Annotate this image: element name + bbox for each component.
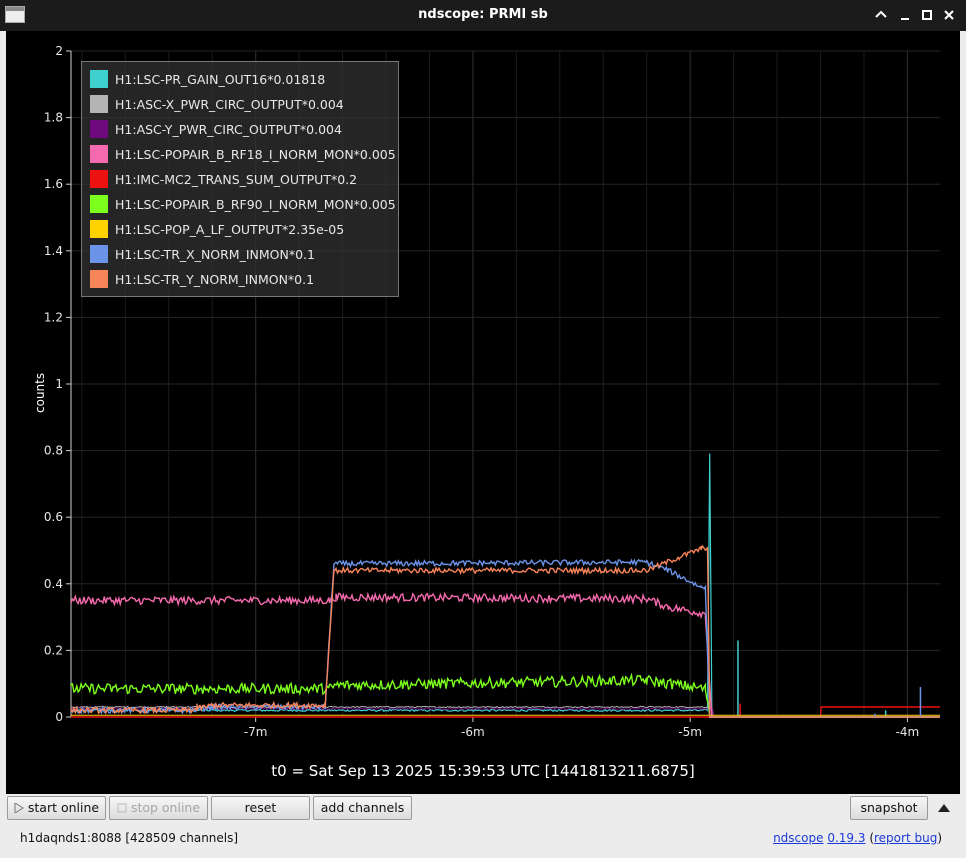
- legend-label: H1:LSC-POPAIR_B_RF90_I_NORM_MON*0.005: [115, 197, 396, 212]
- legend-swatch: [90, 245, 108, 263]
- legend-label: H1:LSC-POP_A_LF_OUTPUT*2.35e-05: [115, 222, 345, 237]
- paren-close: ): [937, 831, 942, 845]
- x-tick-label: -7m: [244, 725, 268, 739]
- legend-label: H1:LSC-TR_X_NORM_INMON*0.1: [115, 247, 315, 262]
- legend-swatch: [90, 195, 108, 213]
- series-8: [70, 544, 940, 718]
- y-tick-label: 2: [55, 44, 63, 58]
- series-line: [70, 591, 940, 718]
- stop-online-label: stop online: [130, 800, 201, 815]
- y-axis-label: counts: [33, 372, 47, 413]
- start-online-button[interactable]: start online: [7, 796, 106, 820]
- report-bug-link[interactable]: report bug: [874, 831, 937, 845]
- stop-online-button[interactable]: stop online: [109, 796, 208, 820]
- stop-icon: [117, 803, 127, 813]
- legend-label: H1:LSC-POPAIR_B_RF18_I_NORM_MON*0.005: [115, 147, 396, 162]
- window-title: ndscope: PRMI sb: [418, 7, 548, 22]
- series-line: [70, 544, 940, 718]
- version-links: ndscope 0.19.3 (report bug): [773, 831, 942, 845]
- legend-swatch: [90, 120, 108, 138]
- legend-label: H1:ASC-X_PWR_CIRC_OUTPUT*0.004: [115, 97, 344, 112]
- legend-swatch: [90, 170, 108, 188]
- x-tick-label: -5m: [678, 725, 702, 739]
- start-online-label: start online: [27, 800, 100, 815]
- ndscope-link[interactable]: ndscope: [773, 831, 823, 845]
- add-channels-button[interactable]: add channels: [313, 796, 412, 820]
- y-tick-label: 1.4: [44, 244, 63, 258]
- legend-swatch: [90, 145, 108, 163]
- legend[interactable]: H1:LSC-PR_GAIN_OUT16*0.01818 H1:ASC-X_PWR…: [81, 61, 399, 297]
- reset-button[interactable]: reset: [211, 796, 310, 820]
- collapse-icon[interactable]: [873, 7, 889, 23]
- ndscope-window: ndscope: PRMI sb 0 0.2 0.4 0.6 0.8 1 1.2 1.4 1.6…: [0, 0, 966, 858]
- legend-swatch: [90, 95, 108, 113]
- series-0: [70, 453, 940, 718]
- x-tick-label: -4m: [896, 725, 920, 739]
- y-tick-label: 1: [55, 377, 63, 391]
- t0-label: t0 = Sat Sep 13 2025 15:39:53 UTC [14418…: [271, 762, 695, 780]
- y-tick-label: 1.2: [44, 310, 63, 324]
- series-line: [70, 453, 940, 718]
- expand-up-icon[interactable]: [937, 801, 951, 815]
- y-tick-label: 1.8: [44, 111, 63, 125]
- legend-label: H1:ASC-Y_PWR_CIRC_OUTPUT*0.004: [115, 122, 342, 137]
- maximize-icon[interactable]: [919, 7, 935, 23]
- play-icon: [14, 803, 24, 813]
- minimize-icon[interactable]: [897, 7, 913, 23]
- y-tick-label: 0.8: [44, 444, 63, 458]
- series-3: [70, 591, 940, 718]
- y-tick-label: 0.4: [44, 577, 63, 591]
- title-bar: ndscope: PRMI sb: [0, 0, 966, 31]
- legend-label: H1:LSC-PR_GAIN_OUT16*0.01818: [115, 72, 326, 87]
- server-status: h1daqnds1:8088 [428509 channels]: [20, 831, 239, 845]
- close-icon[interactable]: [941, 7, 957, 23]
- legend-label: H1:IMC-MC2_TRANS_SUM_OUTPUT*0.2: [115, 172, 358, 187]
- y-tick-label: 0: [55, 710, 63, 724]
- snapshot-button[interactable]: snapshot: [850, 796, 928, 820]
- plot-area[interactable]: 0 0.2 0.4 0.6 0.8 1 1.2 1.4 1.6 1.8 2 -7m -6m -5m -4m …: [6, 31, 960, 794]
- legend-label: H1:LSC-TR_Y_NORM_INMON*0.1: [115, 272, 315, 287]
- y-tick-label: 0.2: [44, 643, 63, 657]
- x-tick-label: -6m: [461, 725, 485, 739]
- y-tick-label: 0.6: [44, 510, 63, 524]
- version-link[interactable]: 0.19.3: [827, 831, 865, 845]
- legend-swatch: [90, 270, 108, 288]
- legend-swatch: [90, 70, 108, 88]
- y-tick-label: 1.6: [44, 177, 63, 191]
- legend-swatch: [90, 220, 108, 238]
